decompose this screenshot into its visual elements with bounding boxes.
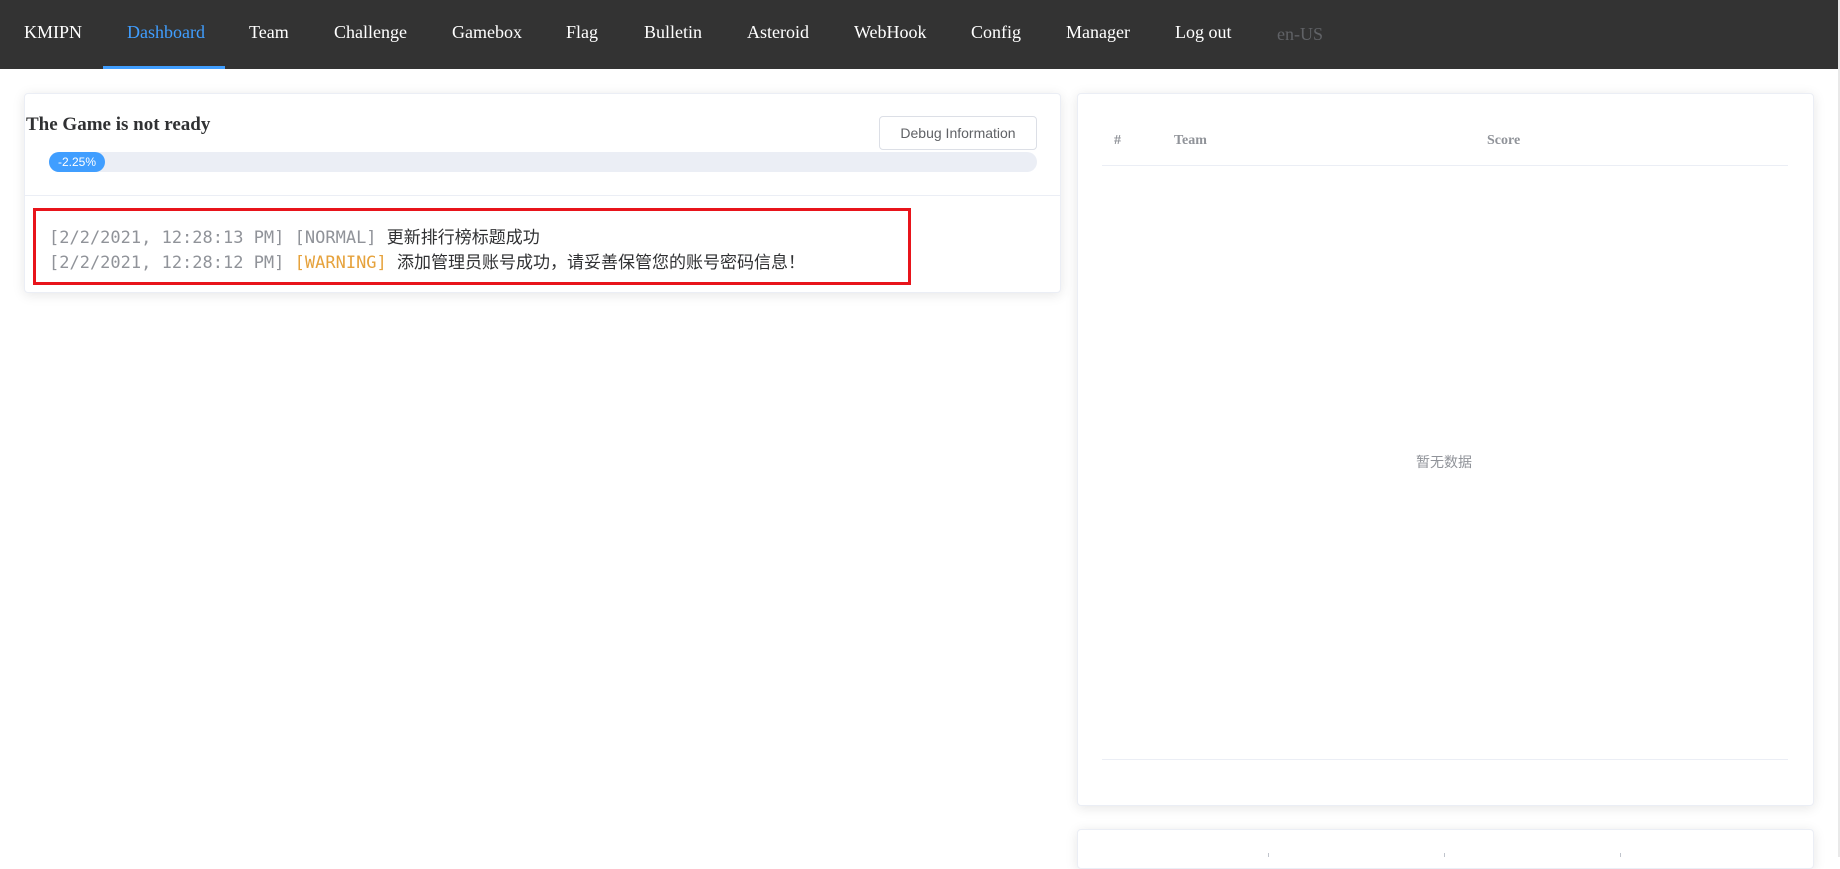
log-level: [WARNING] xyxy=(294,253,387,273)
nav-item-logout[interactable]: Log out xyxy=(1175,0,1232,69)
progress-track xyxy=(49,152,1037,172)
game-status-title: The Game is not ready xyxy=(26,114,211,135)
secondary-card xyxy=(1077,829,1814,869)
chart-tick xyxy=(1268,853,1269,857)
table-divider xyxy=(1102,759,1788,760)
log-entry: [2/2/2021, 12:28:13 PM] [NORMAL] 更新排行榜标题… xyxy=(49,223,540,248)
chart-tick xyxy=(1620,853,1621,857)
top-navbar: KMIPN Dashboard Team Challenge Gamebox F… xyxy=(0,0,1840,69)
log-message: 更新排行榜标题成功 xyxy=(386,228,540,248)
nav-item-asteroid[interactable]: Asteroid xyxy=(747,0,809,69)
nav-item-team[interactable]: Team xyxy=(249,0,289,69)
nav-item-dashboard[interactable]: Dashboard xyxy=(127,0,205,69)
nav-item-flag[interactable]: Flag xyxy=(566,0,598,69)
table-divider xyxy=(1102,165,1788,166)
empty-table-text: 暂无数据 xyxy=(1416,455,1472,471)
debug-information-button[interactable]: Debug Information xyxy=(879,116,1037,150)
nav-item-bulletin[interactable]: Bulletin xyxy=(644,0,702,69)
ranking-card xyxy=(1077,93,1814,806)
column-header-rank[interactable]: # xyxy=(1114,133,1121,149)
column-header-score[interactable]: Score xyxy=(1487,133,1520,149)
nav-item-manager[interactable]: Manager xyxy=(1066,0,1130,69)
chart-tick xyxy=(1444,853,1445,857)
nav-item-webhook[interactable]: WebHook xyxy=(854,0,927,69)
nav-item-challenge[interactable]: Challenge xyxy=(334,0,407,69)
language-switch[interactable]: en-US xyxy=(1277,2,1323,71)
log-timestamp: [2/2/2021, 12:28:13 PM] xyxy=(49,228,285,248)
active-tab-indicator xyxy=(103,66,225,69)
column-header-team[interactable]: Team xyxy=(1174,133,1207,149)
log-timestamp: [2/2/2021, 12:28:12 PM] xyxy=(49,253,285,273)
brand-link[interactable]: KMIPN xyxy=(24,0,82,69)
log-entry: [2/2/2021, 12:28:12 PM] [WARNING] 添加管理员账… xyxy=(49,248,805,273)
progress-bar: -2.25% xyxy=(49,152,105,172)
log-level: [NORMAL] xyxy=(294,228,377,248)
nav-item-config[interactable]: Config xyxy=(971,0,1021,69)
nav-item-gamebox[interactable]: Gamebox xyxy=(452,0,522,69)
log-message: 添加管理员账号成功，请妥善保管您的账号密码信息！ xyxy=(397,253,806,273)
